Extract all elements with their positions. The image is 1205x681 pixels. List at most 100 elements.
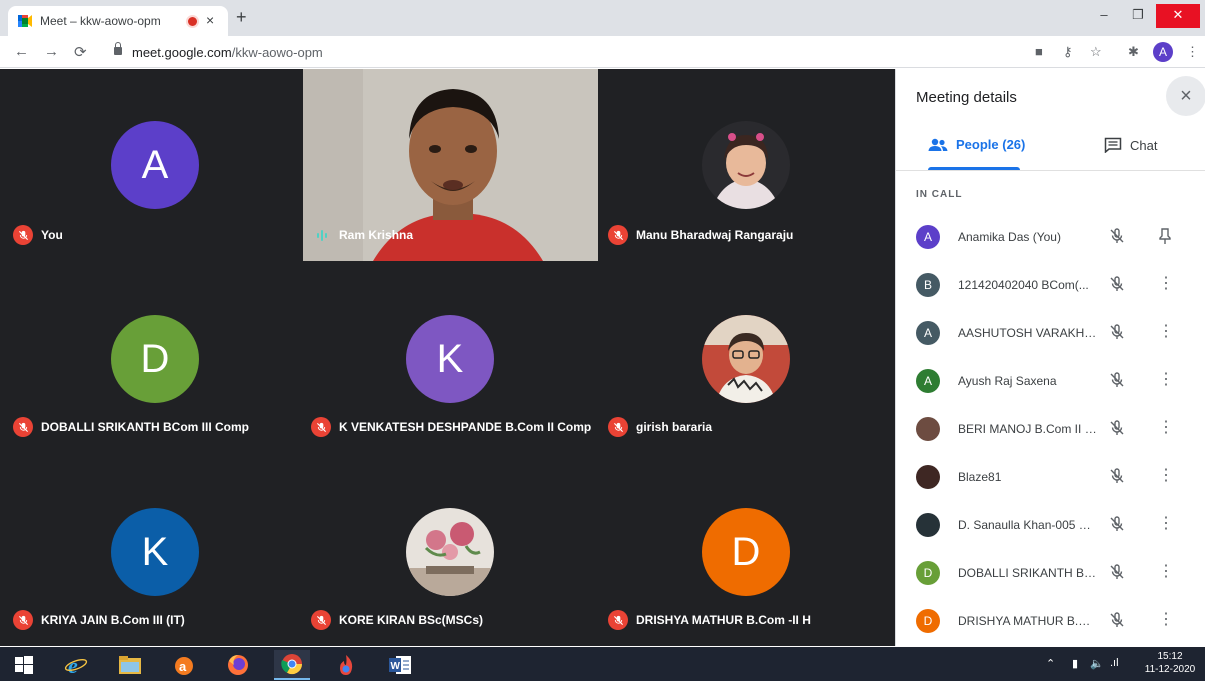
participant-tile[interactable]: girish bararia — [598, 261, 892, 453]
browser-tabbar: Meet – kkw-aowo-opm × + – ❐ ✕ — [0, 0, 1205, 36]
mic-off-icon[interactable] — [1108, 563, 1126, 581]
mic-off-icon[interactable] — [1108, 227, 1126, 245]
participant-tile[interactable]: KORE KIRAN BSc(MSCs) — [303, 454, 597, 646]
participant-video-tile[interactable]: Ram Krishna — [303, 69, 598, 261]
clock-date: 11-12-2020 — [1144, 664, 1196, 675]
mic-off-icon — [608, 610, 628, 630]
participant-row[interactable]: A Anamika Das (You) — [896, 215, 1205, 263]
chat-icon — [1104, 137, 1122, 153]
volume-icon[interactable]: 🔈 — [1090, 657, 1104, 670]
address-bar: ← → ⟳ meet.google.com/kkw-aowo-opm ■ ⚷ ☆… — [0, 36, 1205, 68]
camera-in-use-icon[interactable]: ■ — [1035, 44, 1043, 59]
mic-off-icon[interactable] — [1108, 515, 1126, 533]
participant-row[interactable]: D DRISHYA MATHUR B.Co... ⋮ — [896, 599, 1205, 647]
participant-row[interactable]: D. Sanaulla Khan-005 B.... ⋮ — [896, 503, 1205, 551]
participant-row[interactable]: A AASHUTOSH VARAKHE... ⋮ — [896, 311, 1205, 359]
participant-row-avatar — [916, 417, 940, 441]
avast-icon: a — [175, 657, 193, 675]
mic-off-icon[interactable] — [1108, 323, 1126, 341]
participant-name: K VENKATESH DESHPANDE B.Com II Comp — [339, 420, 592, 434]
participant-row-name: Anamika Das (You) — [958, 230, 1061, 244]
minimize-button[interactable]: – — [1086, 4, 1122, 28]
taskbar-clock[interactable]: 15:12 11-12-2020 — [1140, 650, 1200, 676]
mic-off-icon[interactable] — [1108, 275, 1126, 293]
tab-chat[interactable]: Chat — [1104, 137, 1157, 153]
browser-menu-icon[interactable]: ⋮ — [1186, 44, 1199, 60]
mic-off-icon — [13, 225, 33, 245]
profile-avatar[interactable]: A — [1153, 42, 1173, 62]
mic-off-icon — [608, 225, 628, 245]
participant-row[interactable]: Blaze81 ⋮ — [896, 455, 1205, 503]
participant-tile[interactable]: D DOBALLI SRIKANTH BCom III Comp — [5, 261, 299, 453]
chrome-icon — [281, 654, 303, 675]
more-options-icon[interactable]: ⋮ — [1158, 419, 1174, 437]
mic-off-icon — [311, 417, 331, 437]
more-options-icon[interactable]: ⋮ — [1158, 611, 1174, 629]
firefox-icon — [228, 655, 248, 675]
participant-row[interactable]: B 121420402040 BCom(... ⋮ — [896, 263, 1205, 311]
tab-people-label: People (26) — [956, 137, 1026, 152]
participant-name: You — [41, 228, 63, 242]
app-flame-icon — [340, 655, 353, 675]
more-options-icon[interactable]: ⋮ — [1158, 563, 1174, 581]
taskbar-firefox[interactable] — [220, 650, 256, 680]
tab-people[interactable]: People (26) — [928, 137, 1025, 152]
network-icon[interactable]: .ıl — [1110, 657, 1119, 669]
new-tab-button[interactable]: + — [236, 8, 247, 26]
participant-tile[interactable]: K KRIYA JAIN B.Com III (IT) — [5, 454, 299, 646]
mic-off-icon — [13, 417, 33, 437]
maximize-button[interactable]: ❐ — [1120, 4, 1156, 28]
participant-row-avatar — [916, 513, 940, 537]
start-button[interactable] — [6, 650, 42, 680]
participant-label: Ram Krishna — [313, 225, 413, 245]
taskbar-chrome[interactable] — [274, 650, 310, 680]
taskbar-word[interactable]: W — [382, 650, 418, 680]
mic-off-icon — [13, 610, 33, 630]
more-options-icon[interactable]: ⋮ — [1158, 515, 1174, 533]
panel-close-button[interactable]: × — [1166, 76, 1205, 116]
forward-button[interactable]: → — [44, 43, 59, 60]
mic-off-icon[interactable] — [1108, 611, 1126, 629]
participant-tile[interactable]: A You — [5, 69, 299, 261]
panel-title: Meeting details — [916, 89, 1017, 106]
mic-off-icon[interactable] — [1108, 419, 1126, 437]
participant-tile[interactable]: K K VENKATESH DESHPANDE B.Com II Comp — [303, 261, 597, 453]
reload-button[interactable]: ⟳ — [74, 43, 87, 61]
url-field[interactable]: meet.google.com/kkw-aowo-opm — [132, 45, 323, 60]
taskbar-internet-explorer[interactable]: e — [58, 650, 94, 680]
pin-icon[interactable] — [1156, 227, 1174, 245]
participant-avatar: D — [702, 508, 790, 596]
tab-close-button[interactable]: × — [206, 12, 214, 28]
participant-avatar: K — [406, 315, 494, 403]
participant-label: DOBALLI SRIKANTH BCom III Comp — [13, 417, 249, 437]
participant-label: KRIYA JAIN B.Com III (IT) — [13, 610, 185, 630]
tray-chevron-icon[interactable]: ⌃ — [1046, 657, 1055, 670]
url-path: /kkw-aowo-opm — [231, 45, 323, 60]
more-options-icon[interactable]: ⋮ — [1158, 467, 1174, 485]
tab-title: Meet – kkw-aowo-opm — [40, 14, 161, 28]
browser-tab[interactable]: Meet – kkw-aowo-opm × — [8, 6, 228, 36]
mic-off-icon[interactable] — [1108, 467, 1126, 485]
participant-row[interactable]: D DOBALLI SRIKANTH BC... ⋮ — [896, 551, 1205, 599]
taskbar-app[interactable] — [328, 650, 364, 680]
people-list: A Anamika Das (You) B 121420402040 BCom(...… — [896, 215, 1205, 647]
participant-row[interactable]: A Ayush Raj Saxena ⋮ — [896, 359, 1205, 407]
key-icon[interactable]: ⚷ — [1063, 44, 1073, 60]
more-options-icon[interactable]: ⋮ — [1158, 323, 1174, 341]
participant-tile[interactable]: D DRISHYA MATHUR B.Com -II H — [598, 454, 892, 646]
lock-icon[interactable] — [114, 42, 122, 55]
mic-off-icon[interactable] — [1108, 371, 1126, 389]
more-options-icon[interactable]: ⋮ — [1158, 275, 1174, 293]
participant-tile[interactable]: Manu Bharadwaj Rangaraju — [598, 69, 892, 261]
participant-row-avatar: A — [916, 225, 940, 249]
back-button[interactable]: ← — [14, 43, 29, 60]
more-options-icon[interactable]: ⋮ — [1158, 371, 1174, 389]
battery-icon[interactable]: ▮ — [1072, 657, 1078, 670]
participant-name: DRISHYA MATHUR B.Com -II H — [636, 613, 811, 627]
taskbar-avast[interactable]: a — [166, 650, 202, 680]
bookmark-star-icon[interactable]: ☆ — [1090, 44, 1102, 60]
extensions-icon[interactable]: ✱ — [1128, 44, 1139, 60]
close-window-button[interactable]: ✕ — [1156, 4, 1200, 28]
taskbar-file-explorer[interactable] — [112, 650, 148, 680]
participant-row[interactable]: BERI MANOJ B.Com II IFA ⋮ — [896, 407, 1205, 455]
